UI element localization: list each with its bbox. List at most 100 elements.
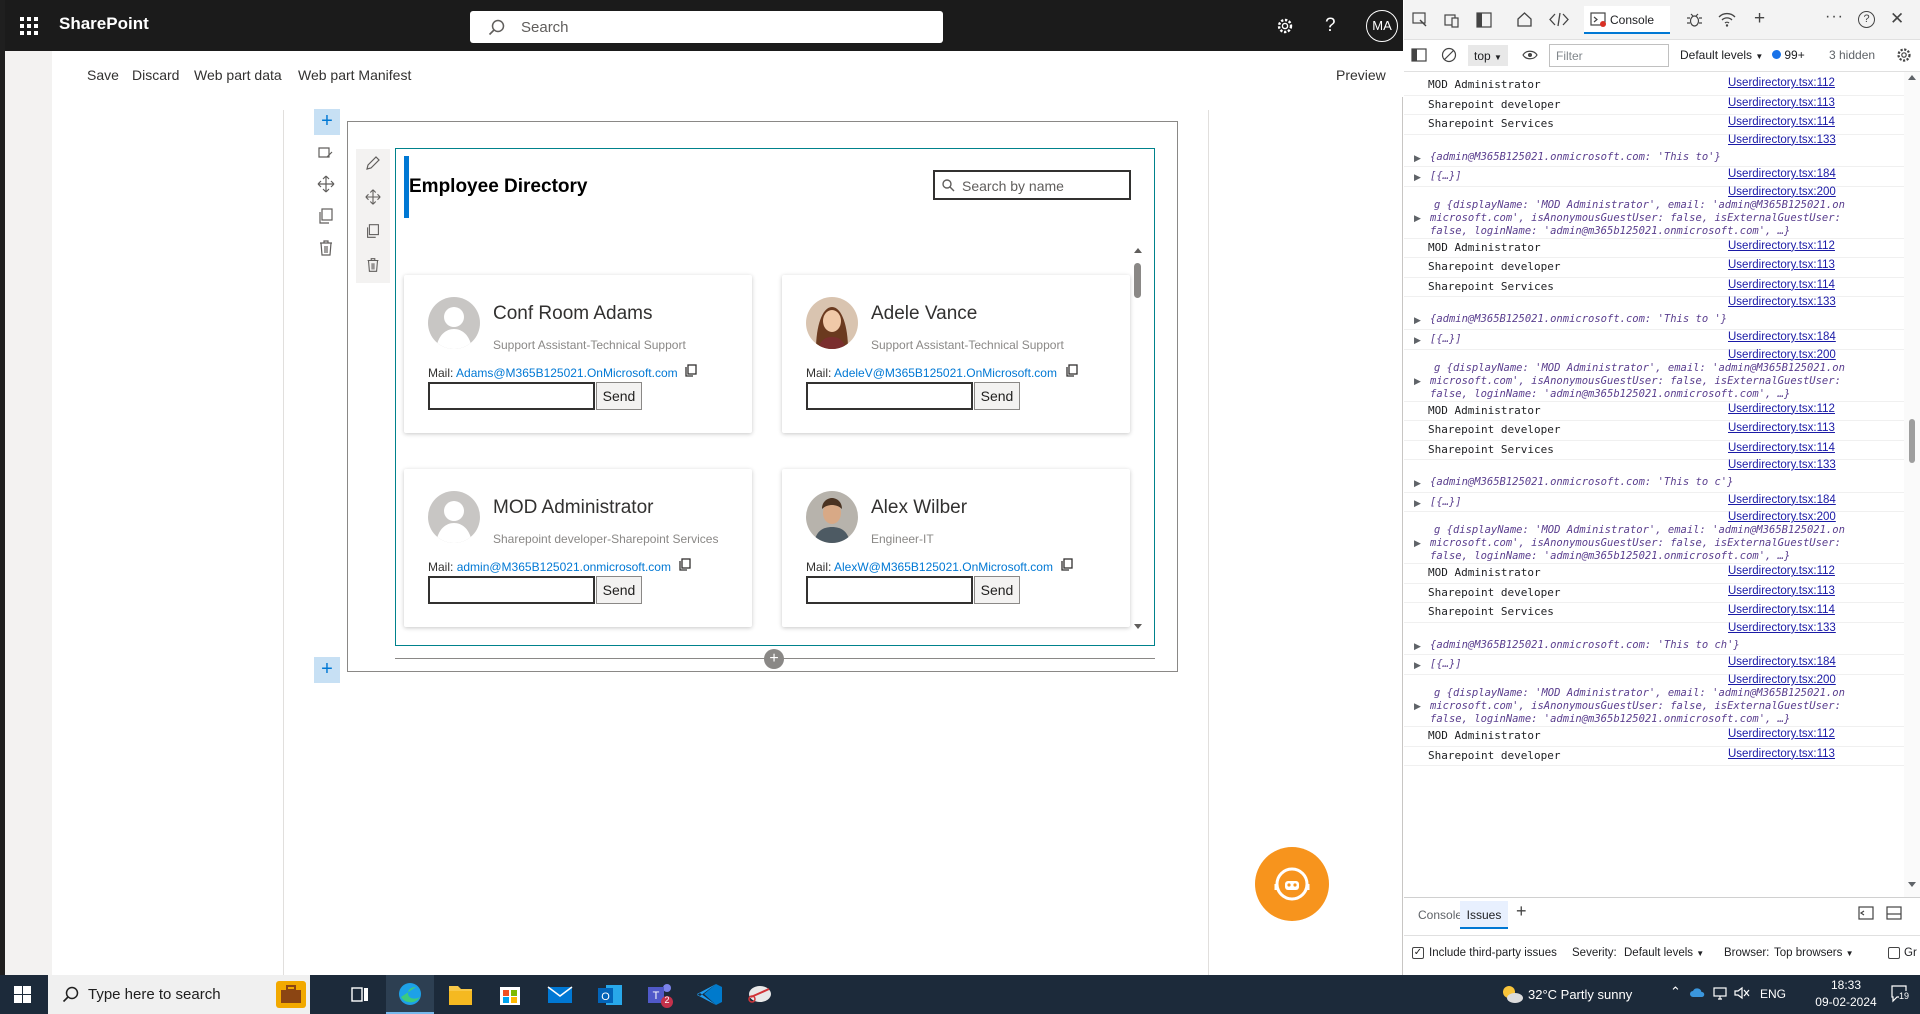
source-link[interactable]: Userdirectory.tsx:133: [1728, 622, 1836, 634]
expand-triangle-icon[interactable]: ▶: [1414, 172, 1421, 183]
copy-email-icon[interactable]: [679, 558, 691, 571]
windows-start-icon[interactable]: [14, 986, 31, 1003]
source-link[interactable]: Userdirectory.tsx:133: [1728, 134, 1836, 146]
device-emulation-icon[interactable]: [1444, 12, 1460, 28]
app-launcher-icon[interactable]: [20, 17, 38, 35]
employee-email-link[interactable]: AdeleV@M365B125021.OnMicrosoft.com: [834, 366, 1057, 380]
console-object[interactable]: [{…}]: [1430, 333, 1462, 345]
source-link[interactable]: Userdirectory.tsx:200: [1728, 511, 1836, 523]
outlook-app-icon[interactable]: O: [586, 975, 634, 1014]
expand-triangle-icon[interactable]: ▶: [1414, 538, 1421, 549]
source-link[interactable]: Userdirectory.tsx:133: [1728, 459, 1836, 471]
settings-gear-icon[interactable]: [1276, 17, 1294, 35]
elements-tab-icon[interactable]: [1549, 11, 1569, 28]
file-explorer-app-icon[interactable]: [436, 975, 484, 1014]
log-levels-dropdown[interactable]: Default levels ▼: [1680, 48, 1763, 62]
console-object-line[interactable]: g {displayName: 'MOD Administrator', ema…: [1434, 524, 1845, 536]
network-icon[interactable]: [1712, 986, 1728, 1000]
console-object-line[interactable]: microsoft.com', isAnonymousGuestUser: fa…: [1430, 537, 1841, 549]
console-filter-input[interactable]: Filter: [1549, 44, 1669, 67]
console-scrollbar[interactable]: [1904, 72, 1920, 897]
source-link[interactable]: Userdirectory.tsx:200: [1728, 349, 1836, 361]
discard-button[interactable]: Discard: [132, 67, 179, 83]
console-object[interactable]: {admin@M365B125021.onmicrosoft.com: 'Thi…: [1430, 476, 1733, 488]
console-settings-gear-icon[interactable]: [1896, 47, 1912, 63]
context-selector[interactable]: top ▼: [1468, 45, 1508, 66]
language-indicator[interactable]: ENG: [1760, 987, 1786, 1001]
source-link[interactable]: Userdirectory.tsx:113: [1728, 422, 1835, 434]
sharepoint-brand[interactable]: SharePoint: [59, 14, 149, 34]
console-object[interactable]: {admin@M365B125021.onmicrosoft.com: 'Thi…: [1430, 151, 1721, 163]
teams-app-icon[interactable]: T 2: [636, 975, 684, 1014]
message-input[interactable]: [806, 576, 973, 604]
microsoft-store-app-icon[interactable]: [486, 975, 534, 1014]
support-bot-button[interactable]: [1255, 847, 1329, 921]
console-object-line[interactable]: g {displayName: 'MOD Administrator', ema…: [1434, 687, 1845, 699]
add-section-top-button[interactable]: +: [314, 109, 340, 135]
source-link[interactable]: Userdirectory.tsx:114: [1728, 442, 1835, 454]
source-link[interactable]: Userdirectory.tsx:200: [1728, 186, 1836, 198]
move-webpart-icon[interactable]: [364, 188, 382, 206]
console-object-line[interactable]: g {displayName: 'MOD Administrator', ema…: [1434, 199, 1845, 211]
expand-triangle-icon[interactable]: ▶: [1414, 376, 1421, 387]
name-search-input[interactable]: Search by name: [933, 170, 1131, 200]
source-link[interactable]: Userdirectory.tsx:184: [1728, 656, 1836, 668]
console-object-line[interactable]: false, loginName: 'admin@m365b125021.onm…: [1430, 550, 1790, 562]
message-input[interactable]: [806, 382, 973, 410]
source-link[interactable]: Userdirectory.tsx:184: [1728, 331, 1836, 343]
issues-counter[interactable]: 99+: [1772, 48, 1805, 62]
add-section-bottom-button[interactable]: +: [314, 657, 340, 683]
move-section-icon[interactable]: [316, 174, 342, 200]
more-options-icon[interactable]: ···: [1825, 8, 1844, 26]
expand-triangle-icon[interactable]: ▶: [1414, 335, 1421, 346]
source-link[interactable]: Userdirectory.tsx:184: [1728, 168, 1836, 180]
dock-drawer-icon[interactable]: [1858, 906, 1874, 920]
source-link[interactable]: Userdirectory.tsx:112: [1728, 403, 1835, 415]
tab-console[interactable]: Console: [1584, 6, 1670, 34]
console-object-line[interactable]: g {displayName: 'MOD Administrator', ema…: [1434, 362, 1845, 374]
source-link[interactable]: Userdirectory.tsx:112: [1728, 728, 1835, 740]
clear-console-icon[interactable]: [1441, 47, 1457, 63]
notification-center-icon[interactable]: 19: [1890, 984, 1912, 1004]
console-object[interactable]: [{…}]: [1430, 658, 1462, 670]
close-devtools-icon[interactable]: ✕: [1890, 9, 1904, 29]
third-party-checkbox[interactable]: ✓: [1412, 947, 1424, 959]
weather-icon[interactable]: [1500, 982, 1524, 1006]
web-part-manifest-button[interactable]: Web part Manifest: [298, 67, 411, 83]
inspect-element-icon[interactable]: [1412, 12, 1428, 28]
vscode-app-icon[interactable]: [686, 975, 734, 1014]
card-list-scrollbar[interactable]: [1133, 244, 1143, 634]
expand-triangle-icon[interactable]: ▶: [1414, 498, 1421, 509]
send-button[interactable]: Send: [596, 382, 642, 410]
source-link[interactable]: Userdirectory.tsx:133: [1728, 296, 1836, 308]
delete-section-icon[interactable]: [316, 238, 342, 264]
expand-triangle-icon[interactable]: ▶: [1414, 213, 1421, 224]
mail-app-icon[interactable]: [536, 975, 584, 1014]
volume-muted-icon[interactable]: [1734, 986, 1750, 1000]
edit-section-icon[interactable]: [316, 143, 342, 169]
copy-email-icon[interactable]: [685, 364, 697, 377]
taskbar-search-box[interactable]: Type here to search: [48, 975, 310, 1014]
source-link[interactable]: Userdirectory.tsx:112: [1728, 240, 1835, 252]
copy-email-icon[interactable]: [1061, 558, 1073, 571]
source-link[interactable]: Userdirectory.tsx:112: [1728, 565, 1835, 577]
save-button[interactable]: Save: [87, 67, 119, 83]
console-object[interactable]: {admin@M365B125021.onmicrosoft.com: 'Thi…: [1430, 639, 1740, 651]
edge-browser-app-icon[interactable]: [386, 975, 434, 1014]
clock-time[interactable]: 18:33: [1811, 978, 1881, 992]
source-link[interactable]: Userdirectory.tsx:113: [1728, 97, 1835, 109]
expand-triangle-icon[interactable]: ▶: [1414, 315, 1421, 326]
send-button[interactable]: Send: [596, 576, 642, 604]
close-drawer-icon[interactable]: [1886, 906, 1902, 920]
dock-side-icon[interactable]: [1476, 12, 1492, 28]
console-object-line[interactable]: microsoft.com', isAnonymousGuestUser: fa…: [1430, 375, 1841, 387]
drawer-tab-issues[interactable]: Issues: [1460, 901, 1508, 929]
console-object-line[interactable]: false, loginName: 'admin@m365b125021.onm…: [1430, 225, 1790, 237]
duplicate-section-icon[interactable]: [316, 206, 342, 232]
console-object-line[interactable]: microsoft.com', isAnonymousGuestUser: fa…: [1430, 700, 1841, 712]
add-webpart-button[interactable]: +: [764, 649, 784, 669]
sidebar-toggle-icon[interactable]: [1411, 48, 1427, 62]
expand-triangle-icon[interactable]: ▶: [1414, 641, 1421, 652]
weather-text[interactable]: 32°C Partly sunny: [1528, 987, 1632, 1002]
source-link[interactable]: Userdirectory.tsx:114: [1728, 279, 1835, 291]
